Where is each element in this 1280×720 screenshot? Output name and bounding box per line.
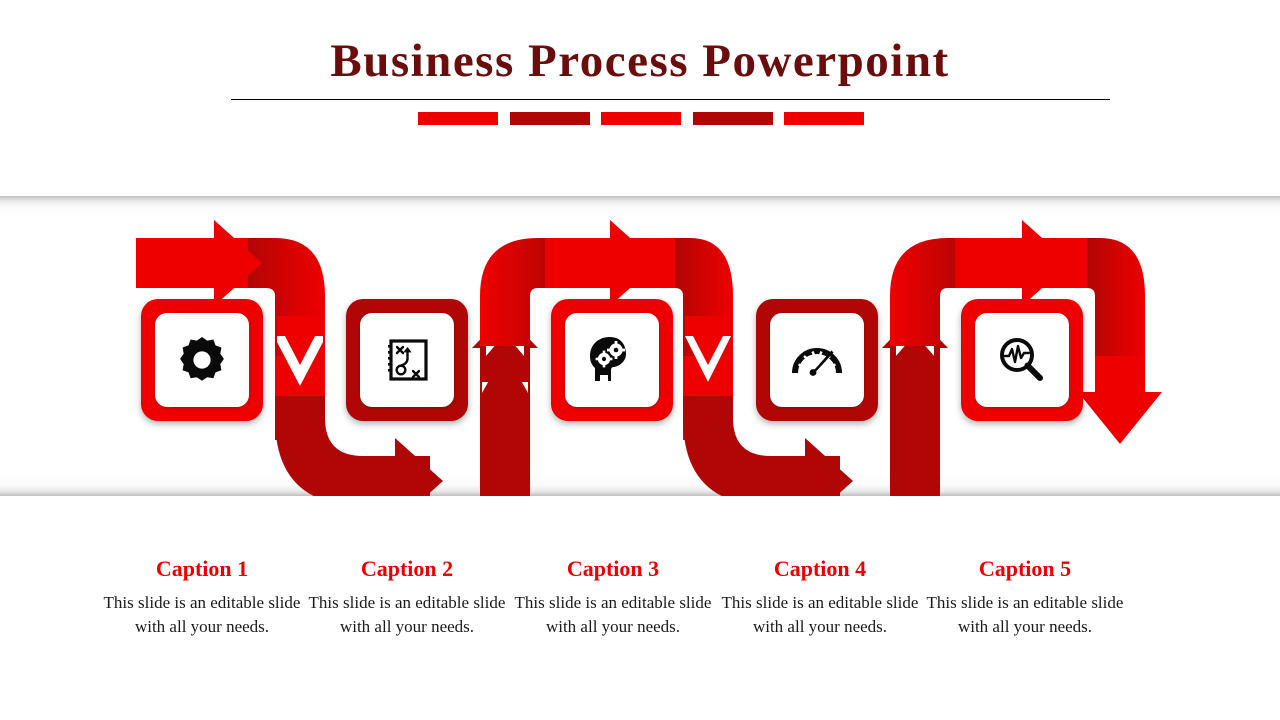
caption-body-2: This slide is an editable slide with all… bbox=[308, 593, 506, 636]
page-title: Business Process Powerpoint bbox=[330, 35, 950, 87]
flow-arrow-down-final bbox=[1078, 356, 1162, 444]
accent-bar-group bbox=[418, 112, 864, 125]
step-tile-2-inner bbox=[360, 313, 454, 407]
caption-block-5: Caption 5 This slide is an editable slid… bbox=[922, 556, 1128, 638]
slide-header: Business Process Powerpoint bbox=[0, 0, 1280, 190]
head-with-gears-icon bbox=[590, 337, 626, 381]
step-tile-5-inner bbox=[975, 313, 1069, 407]
accent-bar-1 bbox=[418, 112, 498, 125]
caption-body-3: This slide is an editable slide with all… bbox=[514, 593, 712, 636]
caption-title-2: Caption 2 bbox=[360, 556, 454, 581]
caption-title-3: Caption 3 bbox=[566, 556, 660, 581]
caption-body-5: This slide is an editable slide with all… bbox=[926, 593, 1124, 636]
step-tile-1[interactable] bbox=[141, 299, 263, 421]
caption-body-1: This slide is an editable slide with all… bbox=[103, 593, 301, 636]
accent-bar-4 bbox=[692, 112, 773, 125]
accent-bar-5 bbox=[784, 112, 864, 125]
step-tile-4-inner bbox=[770, 313, 864, 407]
title-divider bbox=[231, 99, 1110, 100]
magnifier-analytics-icon bbox=[1000, 338, 1043, 381]
process-flow-diagram bbox=[0, 196, 1280, 496]
caption-block-4: Caption 4 This slide is an editable slid… bbox=[717, 556, 923, 638]
caption-title-4: Caption 4 bbox=[773, 556, 867, 581]
caption-row: Caption 1 This slide is an editable slid… bbox=[0, 556, 1280, 696]
strategy-playbook-icon bbox=[388, 339, 428, 381]
gear-icon bbox=[180, 337, 224, 381]
speedometer-icon bbox=[792, 348, 842, 376]
step-tile-3-inner bbox=[565, 313, 659, 407]
step-tile-3[interactable] bbox=[551, 299, 673, 421]
step-tile-1-inner bbox=[155, 313, 249, 407]
step-tile-2[interactable] bbox=[346, 299, 468, 421]
caption-block-2: Caption 2 This slide is an editable slid… bbox=[304, 556, 510, 638]
caption-block-3: Caption 3 This slide is an editable slid… bbox=[510, 556, 716, 638]
step-tile-4[interactable] bbox=[756, 299, 878, 421]
step-tile-5[interactable] bbox=[961, 299, 1083, 421]
accent-bar-2 bbox=[509, 112, 590, 125]
caption-title-5: Caption 5 bbox=[978, 556, 1072, 581]
accent-bar-3 bbox=[601, 112, 681, 125]
caption-title-1: Caption 1 bbox=[155, 556, 249, 581]
caption-body-4: This slide is an editable slide with all… bbox=[721, 593, 919, 636]
caption-block-1: Caption 1 This slide is an editable slid… bbox=[99, 556, 305, 638]
